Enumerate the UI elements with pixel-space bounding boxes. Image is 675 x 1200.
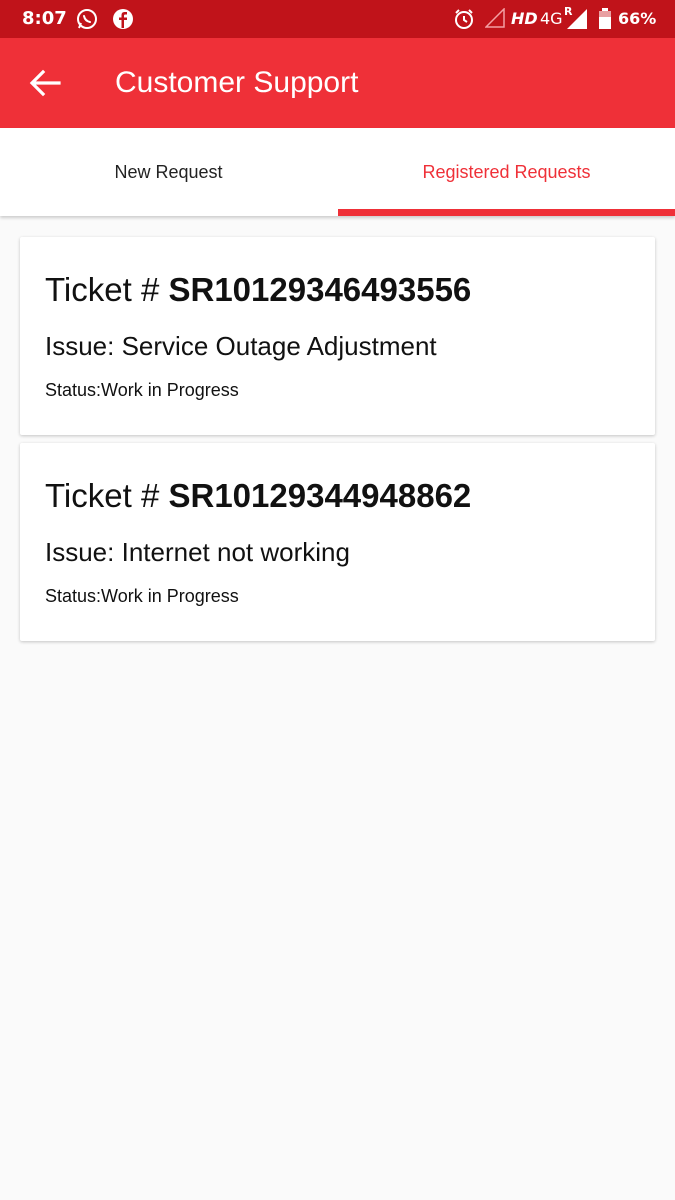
ticket-prefix: Ticket # bbox=[45, 477, 169, 514]
tab-label: Registered Requests bbox=[422, 161, 591, 182]
ticket-number: Ticket # SR10129346493556 bbox=[45, 271, 471, 309]
tab-label: New Request bbox=[114, 161, 223, 182]
back-button[interactable] bbox=[26, 64, 64, 102]
ticket-prefix: Ticket # bbox=[45, 271, 169, 308]
signal-icon bbox=[566, 8, 588, 34]
ticket-status: Status:Work in Progress bbox=[45, 586, 239, 606]
tab-registered-requests[interactable]: Registered Requests bbox=[338, 128, 675, 216]
ticket-number: Ticket # SR10129344948862 bbox=[45, 477, 471, 515]
ticket-issue: Issue: Service Outage Adjustment bbox=[45, 331, 437, 361]
ticket-card[interactable]: Ticket # SR10129346493556 Issue: Service… bbox=[20, 237, 655, 435]
facebook-icon bbox=[112, 8, 134, 34]
status-bar: 8:07 HD 4G R 66% bbox=[0, 0, 675, 38]
battery-percent: 66% bbox=[618, 9, 657, 28]
tab-new-request[interactable]: New Request bbox=[0, 128, 337, 216]
page-title: Customer Support bbox=[115, 66, 359, 99]
app-bar: Customer Support bbox=[0, 38, 675, 128]
network-hd-label: HD bbox=[511, 9, 538, 28]
ticket-id: SR10129344948862 bbox=[168, 477, 472, 514]
signal-empty-icon bbox=[484, 7, 505, 32]
tab-bar: New Request Registered Requests bbox=[0, 128, 675, 216]
status-time: 8:07 bbox=[22, 8, 67, 29]
ticket-status: Status:Work in Progress bbox=[45, 380, 239, 400]
ticket-id: SR10129346493556 bbox=[168, 271, 472, 308]
whatsapp-icon bbox=[76, 8, 98, 34]
network-type-label: 4G bbox=[540, 9, 563, 28]
arrow-left-icon bbox=[29, 69, 61, 97]
tab-active-indicator bbox=[338, 209, 675, 216]
ticket-issue: Issue: Internet not working bbox=[45, 537, 350, 567]
alarm-icon bbox=[453, 8, 475, 34]
battery-icon bbox=[598, 8, 612, 34]
ticket-card[interactable]: Ticket # SR10129344948862 Issue: Interne… bbox=[20, 443, 655, 641]
